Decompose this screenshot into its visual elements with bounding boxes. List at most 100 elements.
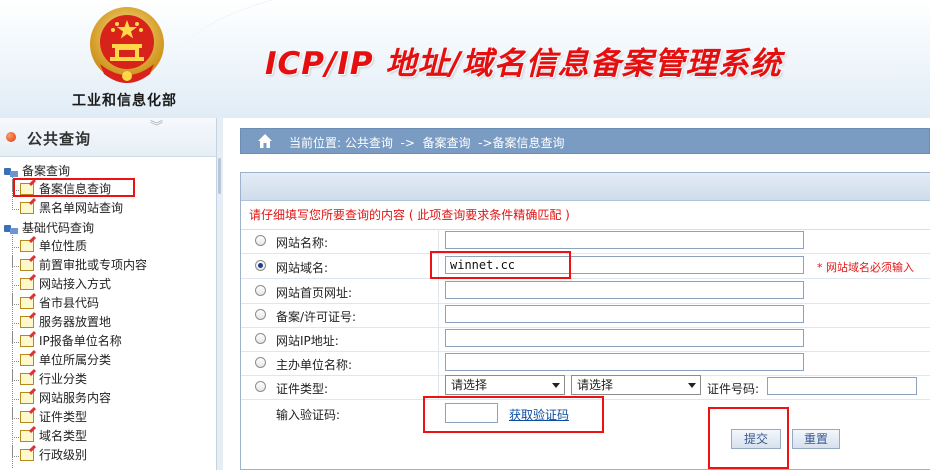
sidebar-item-label: 服务器放置地 (39, 315, 112, 329)
sidebar-item-label: 黑名单网站查询 (39, 201, 124, 215)
field-label: 网站域名: (276, 261, 329, 275)
captcha-label: 输入验证码: (276, 408, 341, 422)
field-label: 证件类型: (276, 382, 329, 396)
radio-cert[interactable] (255, 381, 266, 392)
sidebar-item-preapproval[interactable]: 前置审批或专项内容 (12, 256, 148, 275)
sidebar-item-label: 前置审批或专项内容 (39, 258, 148, 272)
sidebar-item-label: 域名类型 (39, 429, 88, 443)
collapse-chevron-icon[interactable]: ︾ (150, 121, 163, 134)
system-title: ICP/IP 地址/域名信息备案管理系统 (265, 46, 782, 82)
form-row-domain: 网站域名: * 网站域名必须输入 (241, 254, 930, 279)
form-row-site-name: 网站名称: (241, 229, 930, 254)
national-emblem-icon (90, 7, 164, 83)
sidebar-item-domain-type[interactable]: 域名类型 (12, 427, 88, 446)
breadcrumb: 当前位置: 公共查询 -> 备案查询 ->备案信息查询 (240, 128, 930, 154)
document-edit-icon (20, 335, 34, 347)
cert-type-select[interactable]: 请选择 (445, 375, 565, 395)
cert-number-input[interactable] (767, 377, 917, 395)
select-value: 请选择 (577, 378, 614, 392)
field-label: 网站IP地址: (276, 334, 339, 348)
field-label: 备案/许可证号: (276, 310, 357, 324)
folder-group-icon (4, 165, 18, 177)
ministry-name: 工业和信息化部 (72, 93, 177, 109)
radio-homepage[interactable] (255, 285, 266, 296)
license-number-input[interactable] (445, 305, 804, 323)
sidebar-item-industry[interactable]: 行业分类 (12, 370, 88, 389)
dropdown-arrow-icon (552, 383, 560, 388)
field-label: 网站首页网址: (276, 286, 353, 300)
radio-domain[interactable] (255, 260, 266, 271)
header-banner: 工业和信息化部 ICP/IP 地址/域名信息备案管理系统 (0, 0, 930, 118)
sidebar-header[interactable]: 公共查询 ︾ (0, 118, 216, 157)
sidebar-item-org-nature[interactable]: 单位性质 (12, 237, 88, 256)
form-row-license: 备案/许可证号: (241, 303, 930, 328)
sidebar: 公共查询 ︾ 备案查询 备案信息查询 黑名单网站查询 基础代码查询 单位性质 前… (0, 118, 217, 470)
highlight-box-selected-item (13, 178, 135, 197)
tree-group-label: 基础代码查询 (22, 221, 95, 235)
document-edit-icon (20, 430, 34, 442)
sidebar-item-label: 省市县代码 (39, 296, 100, 310)
document-edit-icon (20, 240, 34, 252)
sidebar-item-region-code[interactable]: 省市县代码 (12, 294, 100, 313)
sidebar-item-label: 网站接入方式 (39, 277, 112, 291)
document-edit-icon (20, 354, 34, 366)
home-icon[interactable] (257, 133, 273, 149)
sidebar-item-label: 网站服务内容 (39, 391, 112, 405)
sidebar-item-server-location[interactable]: 服务器放置地 (12, 313, 112, 332)
sponsor-org-input[interactable] (445, 353, 804, 371)
sidebar-item-blacklist[interactable]: 黑名单网站查询 (12, 199, 124, 218)
sidebar-item-access-method[interactable]: 网站接入方式 (12, 275, 112, 294)
tree-group-label: 备案查询 (22, 164, 71, 178)
sidebar-item-label: 证件类型 (39, 410, 88, 424)
reset-button[interactable]: 重置 (792, 429, 840, 449)
radio-site-name[interactable] (255, 235, 266, 246)
document-edit-icon (20, 373, 34, 385)
select-value: 请选择 (451, 378, 488, 392)
cert-number-label: 证件号码: (707, 382, 760, 396)
sidebar-item-label: 单位所属分类 (39, 353, 112, 367)
sidebar-item-admin-level[interactable]: 行政级别 (12, 446, 88, 465)
sidebar-item-service-content[interactable]: 网站服务内容 (12, 389, 112, 408)
document-edit-icon (20, 316, 34, 328)
highlight-box-submit (708, 407, 789, 469)
form-row-sponsor: 主办单位名称: (241, 351, 930, 376)
breadcrumb-text: 当前位置: 公共查询 -> 备案查询 ->备案信息查询 (289, 136, 565, 150)
document-edit-icon (20, 392, 34, 404)
highlight-box-domain (430, 251, 571, 279)
required-note: * 网站域名必须输入 (817, 261, 914, 274)
field-label: 网站名称: (276, 236, 329, 250)
document-edit-icon (20, 259, 34, 271)
highlight-box-captcha (423, 396, 604, 433)
sidebar-title: 公共查询 (27, 130, 92, 148)
ip-address-input[interactable] (445, 329, 804, 347)
site-name-input[interactable] (445, 231, 804, 249)
radio-license[interactable] (255, 309, 266, 320)
document-edit-icon (20, 411, 34, 423)
radio-sponsor[interactable] (255, 357, 266, 368)
tree-group-basecode[interactable]: 基础代码查询 (4, 219, 94, 237)
sidebar-item-label: IP报备单位名称 (39, 334, 122, 348)
splitter-grip[interactable] (218, 158, 221, 194)
sidebar-item-label: 行业分类 (39, 372, 88, 386)
sidebar-item-label: 行政级别 (39, 448, 88, 462)
sidebar-item-ip-org[interactable]: IP报备单位名称 (12, 332, 122, 351)
query-instruction: 请仔细填写您所要查询的内容 ( 此项查询要求条件精确匹配 ) (241, 201, 930, 230)
bullet-icon (6, 132, 16, 142)
sidebar-item-cert-type[interactable]: 证件类型 (12, 408, 88, 427)
form-row-ip: 网站IP地址: (241, 327, 930, 352)
document-edit-icon (20, 297, 34, 309)
sidebar-item-label: 单位性质 (39, 239, 88, 253)
radio-ip[interactable] (255, 333, 266, 344)
cert-subtype-select[interactable]: 请选择 (571, 375, 701, 395)
document-edit-icon (20, 449, 34, 461)
dropdown-arrow-icon (688, 383, 696, 388)
panel-header-bar (241, 173, 930, 201)
document-edit-icon (20, 202, 34, 214)
form-row-homepage: 网站首页网址: (241, 279, 930, 304)
sidebar-item-org-category[interactable]: 单位所属分类 (12, 351, 112, 370)
document-edit-icon (20, 278, 34, 290)
sidebar-splitter[interactable] (216, 118, 223, 470)
field-label: 主办单位名称: (276, 358, 353, 372)
folder-group-icon (4, 222, 18, 234)
homepage-url-input[interactable] (445, 281, 804, 299)
